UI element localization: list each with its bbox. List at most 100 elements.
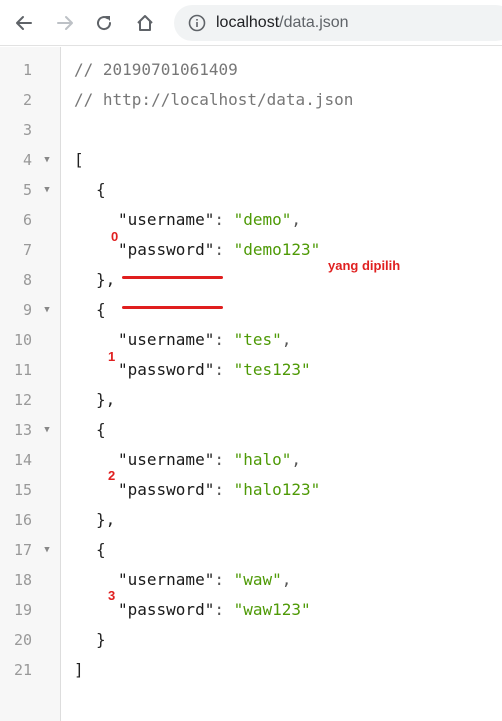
- code-text: "password": "halo123": [118, 475, 320, 505]
- fold-toggle-icon[interactable]: ▼: [42, 295, 52, 325]
- index-label-3: 3: [108, 588, 116, 603]
- browser-toolbar: localhost/data.json: [0, 0, 502, 46]
- code-line: 9 ▼ {: [0, 295, 502, 325]
- code-text: "username": "demo",: [118, 205, 301, 235]
- line-number: 18: [13, 571, 32, 589]
- password-underline: [122, 306, 223, 309]
- code-text: },: [96, 270, 116, 289]
- code-line: 5 ▼ {: [0, 175, 502, 205]
- code-line: 8},: [0, 265, 502, 295]
- code-line: 15 "password": "halo123": [0, 475, 502, 505]
- code-text: {: [96, 420, 106, 439]
- json-value: "tes123": [233, 360, 311, 379]
- selected-note: yang dipilih: [328, 258, 401, 273]
- code-line: 11 "password": "tes123": [0, 355, 502, 385]
- code-text: // 20190701061409: [74, 60, 238, 79]
- code-text: "username": "tes",: [118, 325, 291, 355]
- line-number: 7: [22, 241, 32, 259]
- line-number: 19: [13, 601, 32, 619]
- line-number: 5: [22, 181, 32, 199]
- code-line: 6 "username": "demo",: [0, 205, 502, 235]
- code-line: 1 // 20190701061409: [0, 55, 502, 85]
- code-line: 21]: [0, 655, 502, 685]
- code-text: "username": "waw",: [118, 565, 291, 595]
- code-line: 10 "username": "tes",: [0, 325, 502, 355]
- json-separator: :: [214, 240, 234, 259]
- fold-toggle-icon[interactable]: ▼: [42, 145, 52, 175]
- json-viewer: 1 // 20190701061409 2 // http://localhost/d…: [0, 47, 502, 721]
- code-line: 2 // http://localhost/data.json: [0, 85, 502, 115]
- code-text: },: [96, 390, 116, 409]
- address-bar[interactable]: localhost/data.json: [174, 5, 502, 41]
- json-key: "username": [118, 330, 215, 349]
- line-number: 17: [13, 541, 32, 559]
- line-number: 10: [13, 331, 32, 349]
- index-label-2: 2: [108, 468, 116, 483]
- url-text: localhost/data.json: [216, 14, 349, 32]
- url-host: localhost: [216, 14, 280, 31]
- back-button[interactable]: [10, 9, 38, 37]
- line-number: 2: [22, 91, 32, 109]
- code-text: // http://localhost/data.json: [74, 90, 354, 109]
- code-line: 7 "password": "demo123": [0, 235, 502, 265]
- fold-toggle-icon[interactable]: ▼: [42, 415, 52, 445]
- json-comma: ,: [281, 570, 292, 589]
- json-separator: :: [214, 330, 234, 349]
- code-text: ]: [74, 660, 84, 679]
- home-button[interactable]: [131, 9, 159, 37]
- line-number: 15: [13, 481, 32, 499]
- line-number: 6: [22, 211, 32, 229]
- json-comma: ,: [281, 330, 292, 349]
- url-path: /data.json: [279, 14, 349, 31]
- reload-icon: [97, 16, 112, 31]
- json-separator: :: [214, 210, 234, 229]
- json-comma: ,: [291, 450, 302, 469]
- code-line: 4 ▼ [: [0, 145, 502, 175]
- line-number: 13: [13, 421, 32, 439]
- json-value: "tes": [233, 330, 282, 349]
- line-number: 8: [22, 271, 32, 289]
- code-text: "password": "demo123": [118, 235, 320, 265]
- line-number: 14: [13, 451, 32, 469]
- json-key: "username": [118, 570, 215, 589]
- fold-toggle-icon[interactable]: ▼: [42, 535, 52, 565]
- line-number: 3: [22, 121, 32, 139]
- forward-button[interactable]: [51, 9, 79, 37]
- code-text: {: [96, 180, 106, 199]
- code-text: [: [74, 150, 84, 169]
- code-text: }: [96, 630, 106, 649]
- code-line: 3: [0, 115, 502, 145]
- home-icon: [137, 15, 153, 31]
- reload-button[interactable]: [90, 9, 118, 37]
- code-text: },: [96, 510, 116, 529]
- line-number: 4: [22, 151, 32, 169]
- json-comma: ,: [291, 210, 302, 229]
- code-line: 20}: [0, 625, 502, 655]
- code-line: 17 ▼ {: [0, 535, 502, 565]
- arrow-left-icon: [16, 16, 32, 30]
- code-text: {: [96, 300, 106, 319]
- code-line: 14 "username": "halo",: [0, 445, 502, 475]
- line-number: 21: [13, 661, 32, 679]
- line-number: 12: [13, 391, 32, 409]
- arrow-right-icon: [57, 16, 73, 30]
- json-value: "halo123": [233, 480, 321, 499]
- json-value: "halo": [233, 450, 292, 469]
- json-key: "username": [118, 210, 215, 229]
- json-key: "username": [118, 450, 215, 469]
- line-number: 1: [22, 61, 32, 79]
- code-line: 12},: [0, 385, 502, 415]
- info-icon[interactable]: [188, 14, 206, 32]
- fold-toggle-icon[interactable]: ▼: [42, 175, 52, 205]
- code-line: 13 ▼ {: [0, 415, 502, 445]
- json-key: "password": [118, 600, 215, 619]
- code-text: "password": "waw123": [118, 595, 311, 625]
- json-value: "demo": [233, 210, 292, 229]
- line-number: 9: [22, 301, 32, 319]
- json-key: "password": [118, 240, 215, 259]
- json-separator: :: [214, 480, 234, 499]
- index-label-0: 0: [111, 229, 119, 244]
- json-separator: :: [214, 600, 234, 619]
- json-value: "demo123": [233, 240, 321, 259]
- json-separator: :: [214, 360, 234, 379]
